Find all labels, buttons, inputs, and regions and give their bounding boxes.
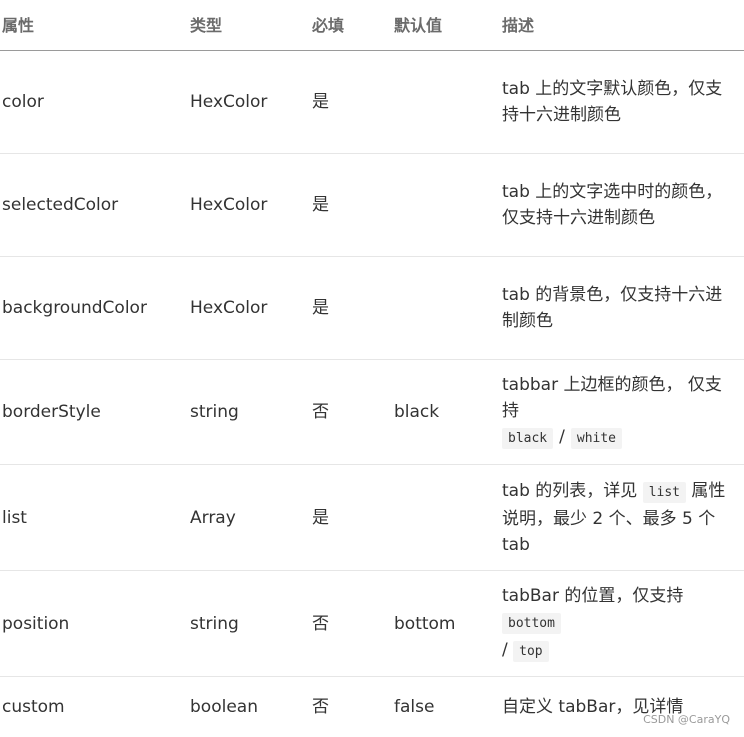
cell-default: false — [394, 696, 435, 717]
cell-attr: position — [0, 570, 188, 677]
table-header-row: 属性 类型 必填 默认值 描述 — [0, 0, 744, 51]
cell-attr: backgroundColor — [0, 256, 188, 360]
cell-type: boolean — [190, 696, 258, 717]
code-bottom: bottom — [502, 612, 561, 634]
cell-default — [392, 256, 500, 360]
cell-attr: borderStyle — [0, 359, 188, 465]
cell-attr: color — [0, 50, 188, 154]
cell-desc: tab 上的文字选中时的颜色，仅支持十六进制颜色 — [500, 153, 744, 257]
header-desc: 描述 — [500, 0, 744, 51]
table-row: custom boolean 否 false 自定义 tabBar，见详情 — [0, 677, 744, 737]
cell-attr: selectedColor — [0, 153, 188, 257]
cell-type: Array — [188, 464, 310, 571]
cell-required: 是 — [310, 464, 392, 571]
cell-default — [392, 50, 500, 154]
cell-attr: custom — [2, 696, 65, 717]
table-row: backgroundColor HexColor 是 tab 的背景色，仅支持十… — [0, 256, 744, 360]
cell-type: HexColor — [188, 50, 310, 154]
cell-type: HexColor — [188, 256, 310, 360]
table-row: borderStyle string 否 black tabbar 上边框的颜色… — [0, 359, 744, 465]
cell-desc: 自定义 tabBar，见详情 — [502, 696, 684, 717]
cell-required: 是 — [310, 50, 392, 154]
cell-required: 是 — [310, 153, 392, 257]
code-white: white — [570, 428, 623, 449]
cell-required: 否 — [312, 696, 329, 717]
watermark: CSDN @CaraYQ — [643, 713, 730, 726]
cell-desc: tab 上的文字默认颜色，仅支持十六进制颜色 — [500, 50, 744, 154]
cell-required: 是 — [310, 256, 392, 360]
attribute-table: 属性 类型 必填 默认值 描述 color HexColor 是 tab 上的文… — [0, 0, 744, 737]
code-separator: / — [502, 639, 514, 660]
cell-default: bottom — [392, 570, 500, 677]
cell-type: string — [188, 570, 310, 677]
cell-attr: list — [0, 464, 188, 571]
cell-default — [392, 464, 500, 571]
header-default: 默认值 — [392, 0, 500, 51]
cell-default: black — [392, 359, 500, 465]
header-required: 必填 — [310, 0, 392, 51]
cell-desc: tabBar 的位置，仅支持 bottom / top — [500, 570, 744, 677]
desc-text: tab 的列表，详见 — [502, 480, 643, 501]
cell-required: 否 — [310, 359, 392, 465]
code-list: list — [642, 481, 686, 503]
code-black: black — [502, 428, 554, 449]
code-top: top — [513, 640, 549, 662]
table-row: position string 否 bottom tabBar 的位置，仅支持 … — [0, 570, 744, 677]
desc-text: tabbar 上边框的颜色， 仅支持 — [502, 375, 722, 421]
header-type: 类型 — [188, 0, 310, 51]
desc-text: tabBar 的位置，仅支持 — [502, 585, 684, 606]
table-row: color HexColor 是 tab 上的文字默认颜色，仅支持十六进制颜色 — [0, 50, 744, 154]
cell-desc: tab 的背景色，仅支持十六进制颜色 — [500, 256, 744, 360]
cell-default — [392, 153, 500, 257]
cell-required: 否 — [310, 570, 392, 677]
cell-desc: tabbar 上边框的颜色， 仅支持 black / white — [500, 359, 744, 465]
table-row: selectedColor HexColor 是 tab 上的文字选中时的颜色，… — [0, 153, 744, 257]
cell-type: HexColor — [188, 153, 310, 257]
cell-type: string — [188, 359, 310, 465]
table-row: list Array 是 tab 的列表，详见 list 属性说明，最少 2 个… — [0, 464, 744, 571]
code-separator: / — [559, 427, 565, 447]
header-attr: 属性 — [0, 0, 188, 51]
cell-desc: tab 的列表，详见 list 属性说明，最少 2 个、最多 5 个 tab — [500, 464, 744, 571]
